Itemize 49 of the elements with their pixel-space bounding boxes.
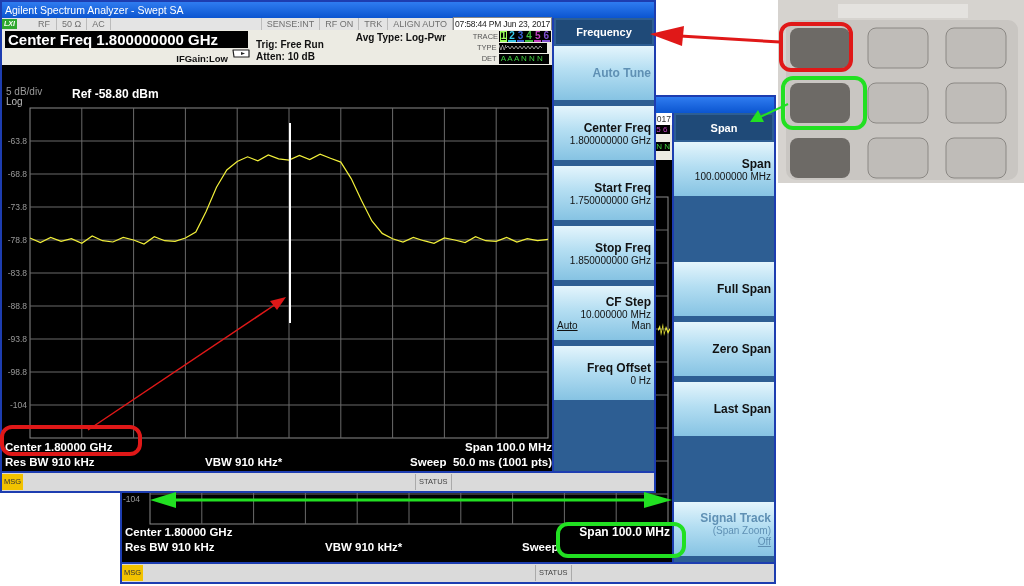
detector-text: N N bbox=[656, 142, 670, 151]
softkey-button[interactable]: Last Span bbox=[674, 382, 774, 436]
video-bandwidth-text: VBW 910 kHz* bbox=[324, 540, 404, 555]
center-frequency-text: Center 1.80000 GHz bbox=[125, 525, 234, 540]
if-gain-text: IFGain:Low bbox=[176, 53, 228, 64]
menu-title: Span bbox=[676, 115, 772, 140]
menu-title: Frequency bbox=[556, 20, 652, 44]
softkey-button[interactable]: Stop Freq 1.850000000 GHz bbox=[554, 226, 654, 280]
softkey-button[interactable]: Freq Offset 0 Hz bbox=[554, 346, 654, 400]
resolution-bandwidth-text: Res BW 910 kHz bbox=[5, 455, 96, 470]
center-frequency-text: Center 1.80000 GHz bbox=[5, 440, 114, 455]
trace-fragment bbox=[658, 323, 670, 336]
span-text: Span 100.0 MHz bbox=[464, 440, 552, 455]
axis-label: -83.8 bbox=[7, 268, 27, 278]
axis-label: -93.8 bbox=[7, 334, 27, 344]
axis-label: -88.8 bbox=[7, 301, 27, 311]
axis-label: -78.8 bbox=[7, 235, 27, 245]
axis-label: -73.8 bbox=[7, 202, 27, 212]
trigger-icon bbox=[232, 47, 250, 59]
softkey-button[interactable]: CF Step 10.000000 MHz Auto Man bbox=[554, 286, 654, 340]
clock-text: 017 bbox=[656, 113, 672, 125]
timestamp-text: 07:58:44 PM Jun 23, 2017 bbox=[453, 17, 552, 31]
axis-label: -68.8 bbox=[7, 169, 27, 179]
sweep-text: Sweep bbox=[522, 540, 560, 555]
detector-text: A A A N N N bbox=[498, 53, 549, 64]
sweep-text: Sweep 50.0 ms (1001 pts) bbox=[409, 455, 552, 470]
softkey-button[interactable]: Center Freq 1.800000000 GHz bbox=[554, 106, 654, 160]
squiggle-icon bbox=[506, 44, 543, 51]
callout-arrow bbox=[750, 103, 789, 122]
log-text: Log bbox=[6, 97, 24, 107]
softkey-button[interactable]: Full Span bbox=[674, 262, 774, 316]
reference-level-text: Ref -58.80 dBm bbox=[72, 87, 159, 101]
axis-label: -104 bbox=[123, 494, 140, 504]
axis-label: -98.8 bbox=[7, 367, 27, 377]
resolution-bandwidth-text: Res BW 910 kHz bbox=[125, 540, 216, 555]
axis-label: -63.8 bbox=[7, 136, 27, 146]
softkey-button[interactable]: Span 100.000000 MHz bbox=[674, 142, 774, 196]
window-title: Agilent Spectrum Analyzer - Swept SA bbox=[5, 4, 184, 16]
axis-label: -104 bbox=[10, 400, 27, 410]
trigger-text: Trig: Free Run bbox=[256, 39, 324, 51]
trace-type-text: W bbox=[498, 43, 507, 52]
softkey-button[interactable]: Start Freq 1.750000000 GHz bbox=[554, 166, 654, 220]
center-frequency-banner: Center Freq 1.800000000 GHz bbox=[5, 31, 248, 48]
softkey-button[interactable]: Zero Span bbox=[674, 322, 774, 376]
video-bandwidth-text: VBW 910 kHz* bbox=[204, 455, 284, 470]
attenuation-text: Atten: 10 dB bbox=[256, 51, 316, 63]
trace-number-text: 5 6 bbox=[656, 125, 670, 134]
scale-text: 5 dB/div bbox=[6, 87, 44, 97]
average-type-text: Avg Type: Log-Pwr bbox=[355, 32, 446, 43]
